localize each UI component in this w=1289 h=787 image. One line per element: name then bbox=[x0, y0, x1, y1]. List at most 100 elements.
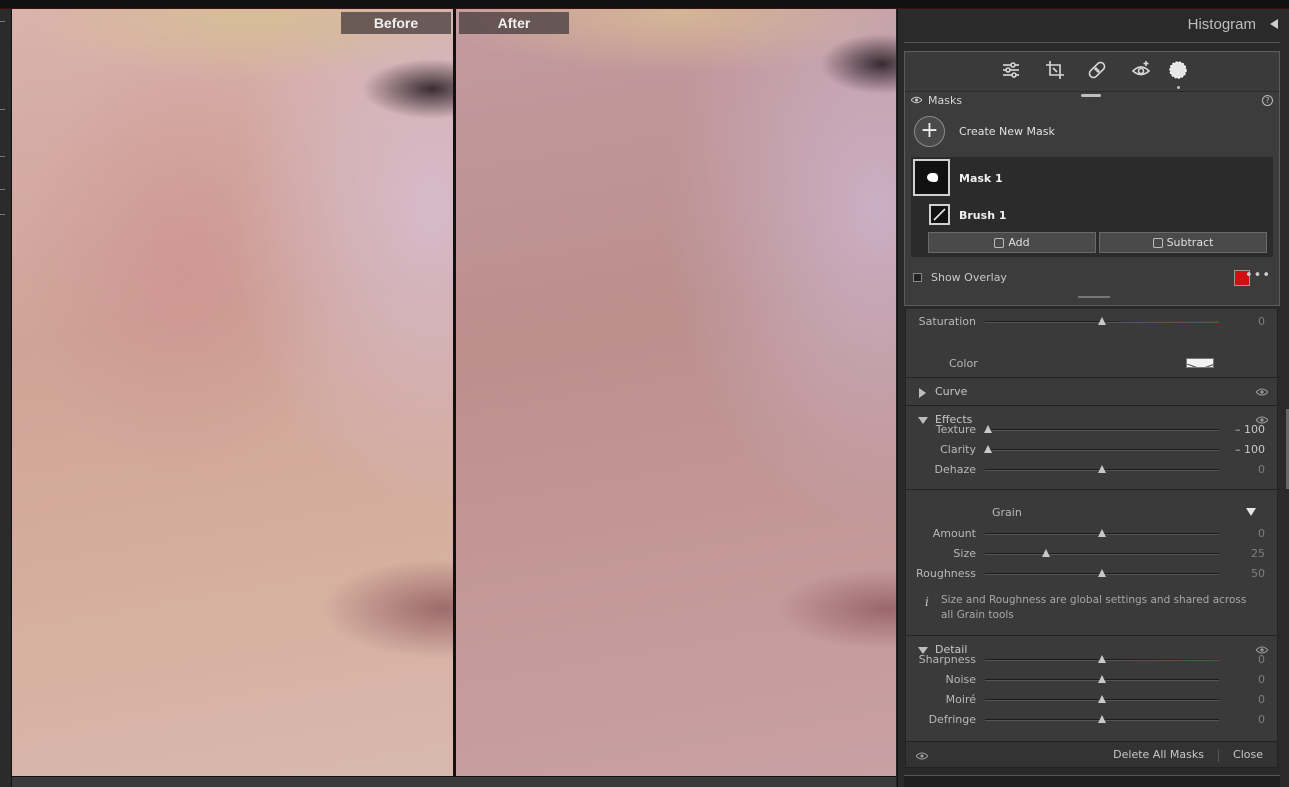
gutter-tick bbox=[0, 214, 5, 215]
amount-value[interactable]: 0 bbox=[1258, 527, 1265, 540]
size-slider-row: Size 25 bbox=[906, 544, 1279, 564]
subtract-label: Subtract bbox=[1166, 236, 1214, 249]
clarity-value[interactable]: – 100 bbox=[1235, 443, 1265, 456]
subtract-button[interactable]: Subtract bbox=[1099, 232, 1267, 253]
defringe-thumb[interactable] bbox=[1098, 715, 1106, 723]
create-new-mask-label[interactable]: Create New Mask bbox=[959, 125, 1055, 138]
defringe-value[interactable]: 0 bbox=[1258, 713, 1265, 726]
eye-icon[interactable] bbox=[1256, 388, 1268, 396]
create-new-mask-row[interactable]: + Create New Mask bbox=[905, 112, 1279, 152]
eye-icon[interactable] bbox=[911, 96, 922, 104]
healing-icon[interactable] bbox=[1087, 60, 1107, 80]
defringe-slider-row: Defringe 0 bbox=[906, 710, 1279, 730]
tool-strip bbox=[905, 52, 1279, 92]
noise-thumb[interactable] bbox=[1098, 675, 1106, 683]
masking-icon[interactable] bbox=[1168, 60, 1188, 80]
dehaze-value[interactable]: 0 bbox=[1258, 463, 1265, 476]
mask-thumbnail[interactable] bbox=[913, 159, 950, 196]
brush-name[interactable]: Brush 1 bbox=[959, 209, 1007, 222]
size-slider[interactable] bbox=[985, 553, 1219, 555]
noise-slider-row: Noise 0 bbox=[906, 670, 1279, 690]
add-label: Add bbox=[1008, 236, 1030, 249]
crop-icon[interactable] bbox=[1045, 60, 1065, 80]
more-options-icon[interactable]: ••• bbox=[1245, 268, 1271, 283]
before-photo[interactable]: Before bbox=[12, 9, 453, 776]
size-label: Size bbox=[953, 547, 976, 560]
mask-list: Mask 1 Brush 1 Add Subtract bbox=[911, 157, 1273, 257]
help-icon[interactable]: ? bbox=[1262, 95, 1273, 106]
after-photo[interactable]: After bbox=[456, 9, 896, 776]
close-button[interactable]: Close bbox=[1233, 748, 1263, 761]
grain-info-text: Size and Roughness are global settings a… bbox=[941, 594, 1247, 621]
curve-title[interactable]: Curve bbox=[935, 385, 967, 398]
eye-icon[interactable] bbox=[916, 752, 928, 760]
amount-slider-row: Amount 0 bbox=[906, 524, 1279, 544]
grain-dropdown-icon[interactable] bbox=[1246, 508, 1256, 516]
clarity-thumb[interactable] bbox=[984, 445, 992, 453]
edit-sliders-icon[interactable] bbox=[1001, 60, 1021, 80]
roughness-label: Roughness bbox=[915, 567, 976, 580]
curve-section-header[interactable]: Curve bbox=[906, 379, 1279, 405]
texture-thumb[interactable] bbox=[984, 425, 992, 433]
no-color-icon bbox=[1187, 363, 1213, 367]
collapse-arrow-icon[interactable] bbox=[1270, 19, 1278, 29]
mask-adjustments: Saturation 0 Color Curve Effects Texture… bbox=[905, 309, 1279, 741]
sharpness-value[interactable]: 0 bbox=[1258, 653, 1265, 666]
subtract-mask-icon bbox=[1152, 238, 1163, 248]
red-eye-icon[interactable] bbox=[1131, 60, 1151, 80]
delete-all-masks-button[interactable]: Delete All Masks bbox=[1113, 748, 1204, 761]
expand-arrow-icon[interactable] bbox=[919, 388, 926, 398]
show-overlay-row: Show Overlay ••• bbox=[905, 267, 1279, 291]
right-panel: Histogram Masks ? + Create New Mask Mask… bbox=[897, 9, 1289, 787]
noise-value[interactable]: 0 bbox=[1258, 673, 1265, 686]
plus-icon[interactable]: + bbox=[914, 116, 945, 147]
roughness-slider-row: Roughness 50 bbox=[906, 564, 1279, 584]
masks-title: Masks bbox=[928, 94, 963, 107]
saturation-value[interactable]: 0 bbox=[1258, 315, 1265, 328]
dehaze-label: Dehaze bbox=[934, 463, 977, 476]
section-divider bbox=[906, 635, 1279, 636]
texture-slider-row: Texture – 100 bbox=[906, 420, 1279, 440]
texture-slider[interactable] bbox=[985, 429, 1219, 431]
color-swatch[interactable] bbox=[1186, 358, 1214, 368]
add-button[interactable]: Add bbox=[928, 232, 1096, 253]
flyout-bottom-grip[interactable] bbox=[1078, 296, 1110, 298]
left-panel-gutter[interactable] bbox=[0, 9, 12, 787]
texture-value[interactable]: – 100 bbox=[1235, 423, 1265, 436]
active-tool-dot bbox=[1177, 86, 1180, 89]
color-label: Color bbox=[949, 357, 978, 370]
sharpness-label: Sharpness bbox=[918, 653, 976, 666]
masks-flyout: Masks ? + Create New Mask Mask 1 Brush 1… bbox=[904, 51, 1280, 306]
window-top-edge bbox=[0, 0, 1289, 9]
after-label: After bbox=[459, 12, 569, 34]
gutter-tick bbox=[0, 156, 5, 157]
section-divider bbox=[906, 405, 1279, 406]
mask-name[interactable]: Mask 1 bbox=[959, 172, 1003, 185]
histogram-header[interactable]: Histogram bbox=[898, 9, 1289, 42]
size-thumb[interactable] bbox=[1042, 549, 1050, 557]
clarity-slider-row: Clarity – 100 bbox=[906, 440, 1279, 460]
mask-shape-icon bbox=[927, 173, 938, 182]
show-overlay-checkbox[interactable] bbox=[913, 273, 922, 282]
amount-label: Amount bbox=[932, 527, 976, 540]
sharpness-thumb[interactable] bbox=[1098, 655, 1106, 663]
histogram-title: Histogram bbox=[1187, 16, 1256, 33]
lightroom-window: Before After Histogram Masks ? + Create … bbox=[0, 0, 1289, 787]
size-value[interactable]: 25 bbox=[1251, 547, 1265, 560]
moire-value[interactable]: 0 bbox=[1258, 693, 1265, 706]
saturation-thumb[interactable] bbox=[1098, 317, 1106, 325]
section-divider bbox=[906, 489, 1279, 490]
amount-thumb[interactable] bbox=[1098, 529, 1106, 537]
roughness-thumb[interactable] bbox=[1098, 569, 1106, 577]
saturation-slider-row: Saturation 0 bbox=[906, 312, 1279, 332]
roughness-value[interactable]: 50 bbox=[1251, 567, 1265, 580]
clarity-slider[interactable] bbox=[985, 449, 1219, 451]
histogram-rule bbox=[904, 42, 1280, 43]
moire-thumb[interactable] bbox=[1098, 695, 1106, 703]
grain-title: Grain bbox=[992, 506, 1022, 519]
moire-slider-row: Moiré 0 bbox=[906, 690, 1279, 710]
show-overlay-label[interactable]: Show Overlay bbox=[931, 271, 1007, 284]
info-icon: i bbox=[925, 595, 929, 609]
dehaze-thumb[interactable] bbox=[1098, 465, 1106, 473]
brush-thumbnail[interactable] bbox=[929, 204, 950, 225]
